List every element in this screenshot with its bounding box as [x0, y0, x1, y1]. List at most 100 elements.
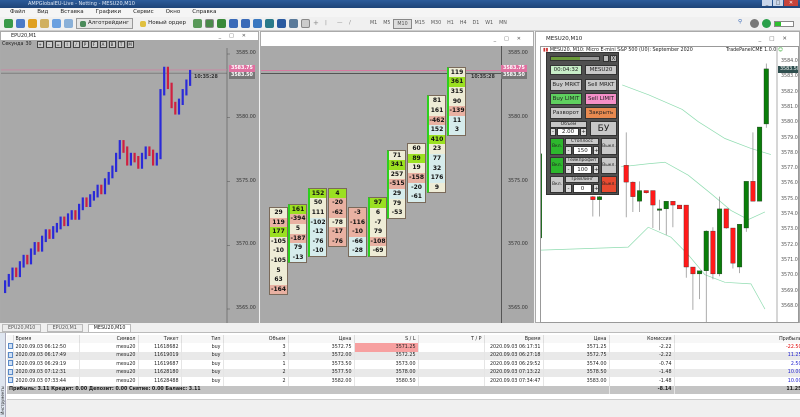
timeframe-w1[interactable]: W1	[482, 19, 496, 29]
takeprofit-off-button[interactable]: Выкл.	[601, 157, 617, 174]
signal-icon[interactable]	[762, 19, 771, 28]
autoscroll-icon[interactable]	[265, 19, 275, 28]
menu-6[interactable]: Справка	[186, 8, 222, 17]
chart-tool-button[interactable]: /	[72, 41, 80, 48]
trailing-on-button[interactable]: Вкл.	[550, 176, 564, 193]
takeprofit-input[interactable]: 100	[573, 165, 592, 174]
stoploss-off-button[interactable]: Выкл.	[601, 138, 617, 155]
stoploss-minus-button[interactable]: -	[565, 146, 572, 155]
column-header[interactable]: Цена	[543, 335, 610, 343]
crosshair-icon[interactable]: +	[313, 19, 322, 28]
buy-market-button[interactable]: Buy MRKT	[550, 79, 582, 91]
menu-0[interactable]: Файл	[4, 8, 31, 17]
reverse-button[interactable]: Разворот	[550, 107, 582, 119]
column-header[interactable]: Время	[13, 335, 80, 343]
timeframe-h1[interactable]: H1	[444, 19, 457, 29]
cursor-icon[interactable]	[301, 19, 311, 28]
menu-2[interactable]: Вставка	[54, 8, 89, 17]
period-value[interactable]: 30	[25, 42, 31, 47]
volume-plus-button[interactable]: +	[580, 128, 587, 136]
horizontal-line-icon[interactable]: —	[337, 19, 346, 28]
chart-tool-button[interactable]: M	[126, 41, 134, 48]
chart-tool-button[interactable]: -	[45, 41, 53, 48]
trendline-icon[interactable]: /	[349, 19, 358, 28]
zoom-in-icon[interactable]	[229, 19, 239, 28]
buy-limit-button[interactable]: Buy LIMIT	[550, 93, 582, 105]
panel-minimize-button[interactable]	[603, 55, 609, 62]
navigator-icon[interactable]	[28, 19, 37, 28]
maximize-button[interactable]: □	[773, 0, 783, 6]
trailing-plus-button[interactable]: +	[593, 184, 599, 193]
chart-tab[interactable]: MESU20,M10	[87, 324, 132, 332]
timeframe-m5[interactable]: M5	[380, 19, 393, 29]
chart-shift-icon[interactable]	[277, 19, 287, 28]
stoploss-plus-button[interactable]: +	[593, 146, 599, 155]
chart-tool-button[interactable]: =	[54, 41, 62, 48]
sell-market-button[interactable]: Sell MRKT	[585, 79, 617, 91]
footprint-chart[interactable]: 3585.00 3580.00 3575.00 3570.00 3565.00 29 119…	[261, 46, 533, 323]
timeframe-m1[interactable]: M1	[367, 19, 380, 29]
chart-tool-button[interactable]: A	[99, 41, 107, 48]
timeframe-m10[interactable]: M10	[393, 18, 412, 29]
column-header[interactable]: Цена	[288, 335, 355, 343]
column-header[interactable]: S / L	[354, 335, 419, 343]
column-header[interactable]: Комиссия	[609, 335, 675, 343]
stoploss-on-button[interactable]: Вкл.	[550, 138, 564, 155]
new-order-button[interactable]: Новый ордер	[136, 18, 190, 29]
tile-windows-icon[interactable]	[253, 19, 263, 28]
algo-trading-button[interactable]: Алготрейдинг	[76, 18, 134, 29]
window-controls[interactable]: _□✕	[219, 32, 254, 40]
column-header[interactable]: Символ	[79, 335, 139, 343]
menu-5[interactable]: Окно	[160, 8, 187, 17]
chart-tool-button[interactable]: P	[81, 41, 89, 48]
menu-3[interactable]: Графики	[90, 8, 127, 17]
takeprofit-minus-button[interactable]: -	[565, 165, 572, 174]
toolbox-sidebar[interactable]: Инструменты	[0, 333, 6, 417]
minimize-button[interactable]: _	[762, 0, 772, 6]
chart-tab[interactable]: EPU20,M1	[46, 324, 83, 332]
chart-tool-button[interactable]: +	[36, 41, 44, 48]
volume-minus-button[interactable]: -	[550, 128, 556, 136]
column-header[interactable]: Прибыль	[674, 335, 800, 343]
column-header[interactable]: T / P	[418, 335, 485, 343]
candlestick-icon[interactable]	[205, 19, 215, 28]
column-header[interactable]: Тикет	[138, 335, 182, 343]
panel-close-button[interactable]: X	[610, 55, 617, 62]
trailing-off-button[interactable]: Выкл.	[601, 176, 617, 193]
bar-chart-icon[interactable]	[193, 19, 203, 28]
chart-tool-button[interactable]: I	[63, 41, 71, 48]
timeframe-mn[interactable]: MN	[496, 19, 510, 29]
vertical-line-icon[interactable]: |	[325, 19, 334, 28]
column-header[interactable]: Тип	[181, 335, 224, 343]
breakeven-button[interactable]: БУ	[590, 121, 617, 136]
new-chart-icon[interactable]	[4, 19, 13, 28]
market-watch-icon[interactable]	[40, 19, 49, 28]
chart-tool-button[interactable]: B	[108, 41, 116, 48]
timeframe-m30[interactable]: M30	[428, 19, 444, 29]
menu-1[interactable]: Вид	[31, 8, 54, 17]
indicators-icon[interactable]	[289, 19, 299, 28]
terminal-icon[interactable]	[64, 19, 73, 28]
sell-limit-button[interactable]: Sell LIMIT	[585, 93, 617, 105]
chart-tab[interactable]: EPU20,M10	[2, 324, 42, 332]
line-chart-icon[interactable]	[217, 19, 227, 28]
trailing-minus-button[interactable]: -	[565, 184, 572, 193]
takeprofit-plus-button[interactable]: +	[593, 165, 599, 174]
close-position-button[interactable]: Закрыть	[585, 107, 617, 119]
window-controls[interactable]: _□✕	[758, 32, 795, 46]
takeprofit-on-button[interactable]: Вкл.	[550, 157, 564, 174]
timeframe-d1[interactable]: D1	[470, 19, 483, 29]
close-button[interactable]: ✕	[784, 0, 798, 6]
zoom-out-icon[interactable]	[241, 19, 251, 28]
stoploss-input[interactable]: 150	[573, 146, 592, 155]
volume-input[interactable]: 2.00	[557, 128, 579, 136]
column-header[interactable]: Объем	[223, 335, 289, 343]
timeframe-h4[interactable]: H4	[457, 19, 470, 29]
profiles-icon[interactable]	[16, 19, 25, 28]
chart-tool-button[interactable]: T	[117, 41, 125, 48]
window-controls[interactable]: _□✕	[494, 35, 529, 43]
data-window-icon[interactable]	[52, 19, 61, 28]
menu-4[interactable]: Сервис	[127, 8, 160, 17]
search-icon[interactable]: ⚲	[738, 19, 747, 28]
chart-tool-button[interactable]: F	[90, 41, 98, 48]
